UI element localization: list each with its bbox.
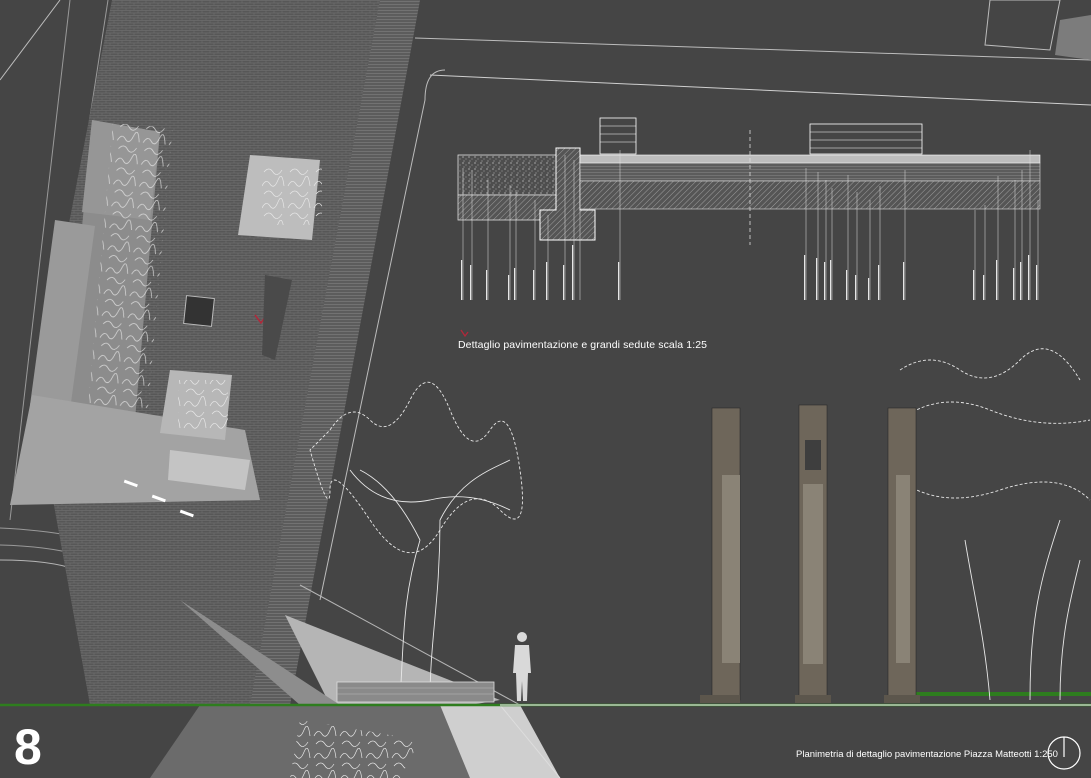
sheet-number: 8	[14, 719, 42, 775]
drawing-sheet	[0, 0, 1091, 778]
pillar-3	[884, 407, 920, 703]
section-caption: Dettaglio pavimentazione e grandi sedute…	[458, 339, 708, 351]
plan-caption: Planimetria di dettaglio pavimentazione …	[796, 749, 1058, 760]
pillar-2	[795, 404, 831, 703]
